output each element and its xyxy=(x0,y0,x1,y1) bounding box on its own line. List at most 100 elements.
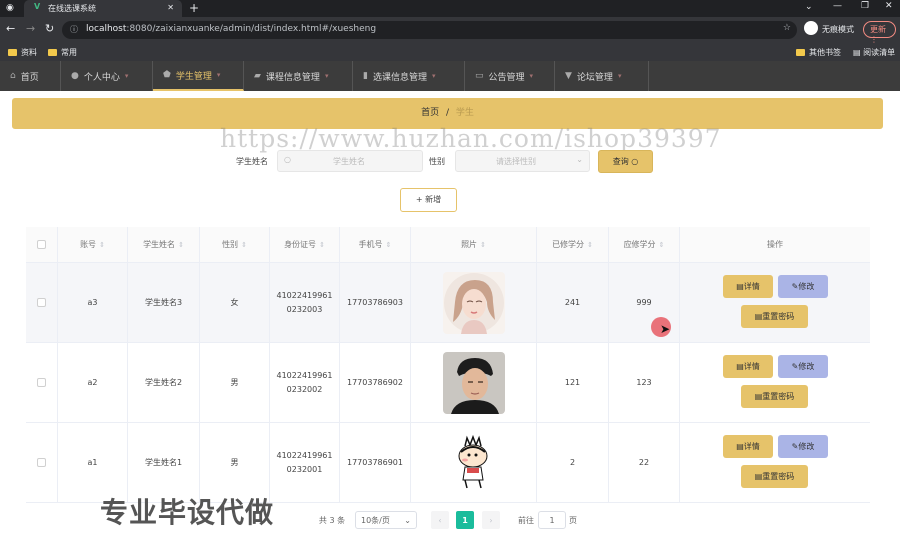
header-earned-credits[interactable]: 已修学分 ⇕ xyxy=(537,227,609,262)
table-header: 账号 ⇕ 学生姓名 ⇕ 性别 ⇕ 身份证号 ⇕ 手机号 ⇕ 照片 ⇕ 已修学分 ⇕ 应修学分 ⇕… xyxy=(26,227,870,263)
maximize-icon[interactable]: ❐ xyxy=(861,1,869,11)
account-cell: a2 xyxy=(58,343,128,422)
url-field[interactable]: ⓘ localhost:8080/zaixianxuanke/admin/dis… xyxy=(62,21,797,39)
page-1-button[interactable]: 1 xyxy=(456,511,474,529)
edit-button[interactable]: ✎ 修改 xyxy=(778,275,828,298)
nav-item-home[interactable]: ⌂ 首页 xyxy=(0,61,61,91)
nav-item-enrollment[interactable]: ▮ 选课信息管理 ▾ xyxy=(353,61,465,91)
tab-search-icon[interactable]: ⌄ xyxy=(805,2,813,12)
header-id-number[interactable]: 身份证号 ⇕ xyxy=(270,227,340,262)
header-label: 身份证号 xyxy=(284,240,317,249)
add-label: 新增 xyxy=(425,195,442,204)
goto-page-input[interactable]: 1 xyxy=(538,511,566,529)
student-name-label: 学生姓名 xyxy=(236,157,268,166)
add-button[interactable]: + 新增 xyxy=(400,188,457,212)
name-cell: 学生姓名3 xyxy=(128,263,200,342)
incognito-icon xyxy=(804,21,818,35)
row-select-cell xyxy=(26,423,58,502)
reading-list[interactable]: ▤ 阅读清单 xyxy=(853,47,895,58)
nav-item-forum[interactable]: ▼ 论坛管理 ▾ xyxy=(555,61,649,91)
detail-button[interactable]: ▤ 详情 xyxy=(723,435,773,458)
edit-button[interactable]: ✎ 修改 xyxy=(778,435,828,458)
header-label: 操作 xyxy=(767,240,783,249)
student-photo[interactable] xyxy=(442,351,505,414)
student-photo[interactable] xyxy=(442,271,505,334)
document-icon: ▤ xyxy=(754,312,763,321)
header-photo[interactable]: 照片 ⇕ xyxy=(411,227,537,262)
forward-icon[interactable]: → xyxy=(26,22,35,35)
reset-password-label: 重置密码 xyxy=(762,312,795,321)
query-button[interactable]: 查询 ○ xyxy=(598,150,653,173)
nav-item-profile[interactable]: ● 个人中心 ▾ xyxy=(61,61,153,91)
nav-item-courses[interactable]: ▰ 课程信息管理 ▾ xyxy=(244,61,353,91)
folder-icon xyxy=(48,49,57,56)
phone-cell: 17703786902 xyxy=(340,343,411,422)
gender-select[interactable]: 请选择性别 ⌄ xyxy=(455,150,590,172)
gender-label: 性别 xyxy=(429,157,445,166)
header-label: 性别 xyxy=(222,240,239,249)
row-checkbox[interactable] xyxy=(37,458,46,467)
earned-credits-cell: 121 xyxy=(537,343,609,422)
edit-button[interactable]: ✎ 修改 xyxy=(778,355,828,378)
nav-label: 个人中心 xyxy=(83,72,120,83)
next-page-button[interactable]: › xyxy=(482,511,500,529)
update-button[interactable]: 更新 ⋮ xyxy=(863,21,896,44)
chevron-down-icon: ▾ xyxy=(529,72,534,80)
nav-label: 公告管理 xyxy=(488,72,525,83)
close-tab-icon[interactable]: ✕ xyxy=(167,3,174,12)
reset-password-button[interactable]: ▤ 重置密码 xyxy=(741,465,808,488)
required-credits-cell: 123 xyxy=(609,343,680,422)
sort-icon: ⇕ xyxy=(241,240,247,249)
browser-tab[interactable]: V 在线选课系统 ✕ xyxy=(24,0,182,17)
id-line: 0232003 xyxy=(286,304,323,314)
row-checkbox[interactable] xyxy=(37,378,46,387)
nav-item-announcements[interactable]: ▭ 公告管理 ▾ xyxy=(465,61,555,91)
header-gender[interactable]: 性别 ⇕ xyxy=(200,227,270,262)
other-bookmarks[interactable]: 其他书签 xyxy=(796,47,841,58)
earned-credits-cell: 241 xyxy=(537,263,609,342)
browser-menu-icon[interactable]: ◉ xyxy=(6,3,14,13)
header-account[interactable]: 账号 ⇕ xyxy=(58,227,128,262)
edit-label: 修改 xyxy=(798,442,815,451)
page-size-select[interactable]: 10条/页 ⌄ xyxy=(355,511,417,529)
user-icon: ● xyxy=(71,71,79,81)
new-tab-icon[interactable]: + xyxy=(189,1,199,15)
select-all-checkbox[interactable] xyxy=(37,240,46,249)
document-icon: ▤ xyxy=(736,282,744,291)
chevron-down-icon: ⌄ xyxy=(576,155,583,164)
bookmark-star-icon[interactable]: ☆ xyxy=(783,23,791,33)
chevron-down-icon: ▾ xyxy=(324,72,329,80)
prev-page-button[interactable]: ‹ xyxy=(431,511,449,529)
folder-icon: ▰ xyxy=(254,71,261,81)
close-window-icon[interactable]: ✕ xyxy=(885,1,893,11)
gender-placeholder: 请选择性别 xyxy=(496,157,536,166)
student-photo[interactable] xyxy=(442,431,505,494)
bookmark-folder-2[interactable]: 常用 xyxy=(48,47,77,58)
required-credits-cell: 22 xyxy=(609,423,680,502)
chevron-down-icon: ⌄ xyxy=(404,515,411,525)
reload-icon[interactable]: ↻ xyxy=(45,22,54,35)
chevron-down-icon: ▾ xyxy=(431,72,436,80)
nav-label: 学生管理 xyxy=(175,71,212,82)
nav-item-students[interactable]: ⬟ 学生管理 ▾ xyxy=(153,61,244,91)
reset-password-button[interactable]: ▤ 重置密码 xyxy=(741,305,808,328)
row-select-cell xyxy=(26,343,58,422)
detail-button[interactable]: ▤ 详情 xyxy=(723,355,773,378)
url-host: localhost xyxy=(86,24,127,34)
reset-password-button[interactable]: ▤ 重置密码 xyxy=(741,385,808,408)
header-phone[interactable]: 手机号 ⇕ xyxy=(340,227,411,262)
sort-icon: ⇕ xyxy=(480,240,486,249)
chevron-down-icon: ▾ xyxy=(124,72,129,80)
row-checkbox[interactable] xyxy=(37,298,46,307)
student-name-input[interactable]: ○ 学生姓名 xyxy=(277,150,423,172)
pagination-total: 共 3 条 xyxy=(318,515,346,525)
header-required-credits[interactable]: 应修学分 ⇕ xyxy=(609,227,680,262)
back-icon[interactable]: ← xyxy=(6,22,15,35)
minimize-icon[interactable]: — xyxy=(833,1,842,11)
breadcrumb-home[interactable]: 首页 xyxy=(421,108,439,118)
header-name[interactable]: 学生姓名 ⇕ xyxy=(128,227,200,262)
detail-button[interactable]: ▤ 详情 xyxy=(723,275,773,298)
bookmark-label: 阅读清单 xyxy=(863,48,896,57)
update-label: 更新 xyxy=(870,25,886,34)
bookmark-folder-1[interactable]: 资料 xyxy=(8,47,37,58)
